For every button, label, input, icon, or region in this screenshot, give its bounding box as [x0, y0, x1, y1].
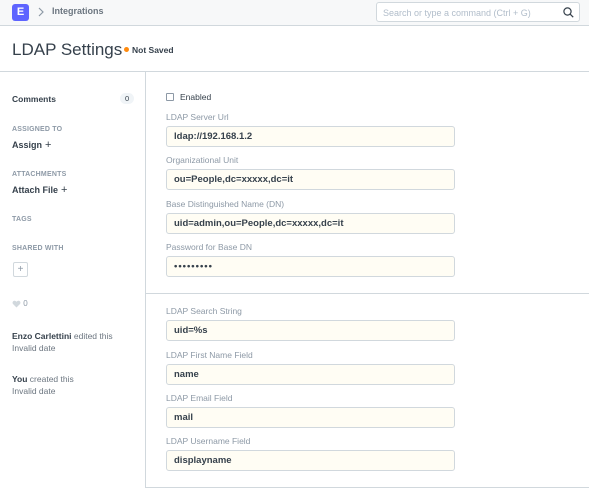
timeline-text: edited this: [71, 331, 113, 341]
password-input[interactable]: •••••••••: [166, 256, 455, 277]
tags-heading[interactable]: TAGS: [12, 216, 32, 223]
ldap-username-input[interactable]: displayname: [166, 450, 455, 471]
search-input[interactable]: [383, 6, 559, 19]
enabled-label: Enabled: [180, 92, 212, 102]
enabled-field[interactable]: Enabled: [166, 92, 211, 102]
page-head: LDAP Settings Not Saved: [0, 26, 589, 72]
comments-count-badge: 0: [120, 93, 135, 104]
ldap-server-url-input[interactable]: ldap://192.168.1.2: [166, 126, 455, 147]
ldap-username-label: LDAP Username Field: [166, 436, 251, 446]
attachments-heading: ATTACHMENTS: [12, 171, 67, 178]
heart-icon[interactable]: [12, 300, 21, 308]
assign-label: Assign: [12, 140, 43, 150]
base-dn-label: Base Distinguished Name (DN): [166, 199, 285, 209]
shared-with-heading: SHARED WITH: [12, 245, 64, 252]
timeline-item: Enzo Carlettini edited this Invalid date: [12, 331, 113, 354]
ldap-search-string-input[interactable]: uid=%s: [166, 320, 455, 341]
plus-icon: +: [61, 184, 68, 196]
timeline-item: You created this Invalid date: [12, 374, 74, 397]
ldap-email-input[interactable]: mail: [166, 407, 455, 428]
timeline-user[interactable]: Enzo Carlettini: [12, 331, 72, 341]
attach-file-label: Attach File: [12, 185, 59, 195]
ldap-first-name-label: LDAP First Name Field: [166, 350, 253, 360]
timeline-text: created this: [27, 374, 74, 384]
section-divider: [146, 293, 589, 294]
chevron-right-icon: [38, 7, 44, 17]
awesome-bar[interactable]: [376, 2, 580, 22]
timeline-date: Invalid date: [12, 342, 56, 353]
attach-file-button[interactable]: Attach File +: [12, 184, 67, 196]
ldap-search-string-label: LDAP Search String: [166, 306, 242, 316]
breadcrumb-integrations[interactable]: Integrations: [52, 6, 104, 16]
form-sidebar: Comments 0 ASSIGNED TO Assign + ATTACHMEN…: [0, 72, 145, 500]
ldap-first-name-input[interactable]: name: [166, 364, 455, 385]
organizational-unit-input[interactable]: ou=People,dc=xxxxx,dc=it: [166, 169, 455, 190]
status-indicator: Not Saved: [124, 45, 174, 55]
ldap-server-url-label: LDAP Server Url: [166, 112, 229, 122]
enabled-checkbox[interactable]: [166, 92, 174, 101]
password-label: Password for Base DN: [166, 242, 252, 252]
status-text: Not Saved: [132, 45, 174, 55]
status-dot-icon: [124, 47, 129, 53]
assign-button[interactable]: Assign +: [12, 139, 51, 151]
timeline-user: You: [12, 374, 28, 384]
form-layout: Enabled LDAP Server Url ldap://192.168.1…: [145, 72, 589, 488]
likes[interactable]: 0: [12, 299, 28, 308]
navbar: E Integrations: [0, 0, 589, 26]
likes-count: 0: [23, 299, 28, 308]
comments-link[interactable]: Comments: [12, 94, 56, 104]
page-title: LDAP Settings: [12, 40, 123, 59]
organizational-unit-label: Organizational Unit: [166, 155, 239, 165]
timeline-date: Invalid date: [12, 385, 56, 396]
base-dn-input[interactable]: uid=admin,ou=People,dc=xxxxx,dc=it: [166, 213, 455, 234]
ldap-email-label: LDAP Email Field: [166, 393, 233, 403]
search-icon[interactable]: [562, 6, 575, 19]
add-share-button[interactable]: +: [13, 262, 28, 277]
assigned-to-heading: ASSIGNED TO: [12, 126, 63, 133]
app-logo[interactable]: E: [12, 4, 29, 21]
plus-icon: +: [45, 139, 52, 151]
